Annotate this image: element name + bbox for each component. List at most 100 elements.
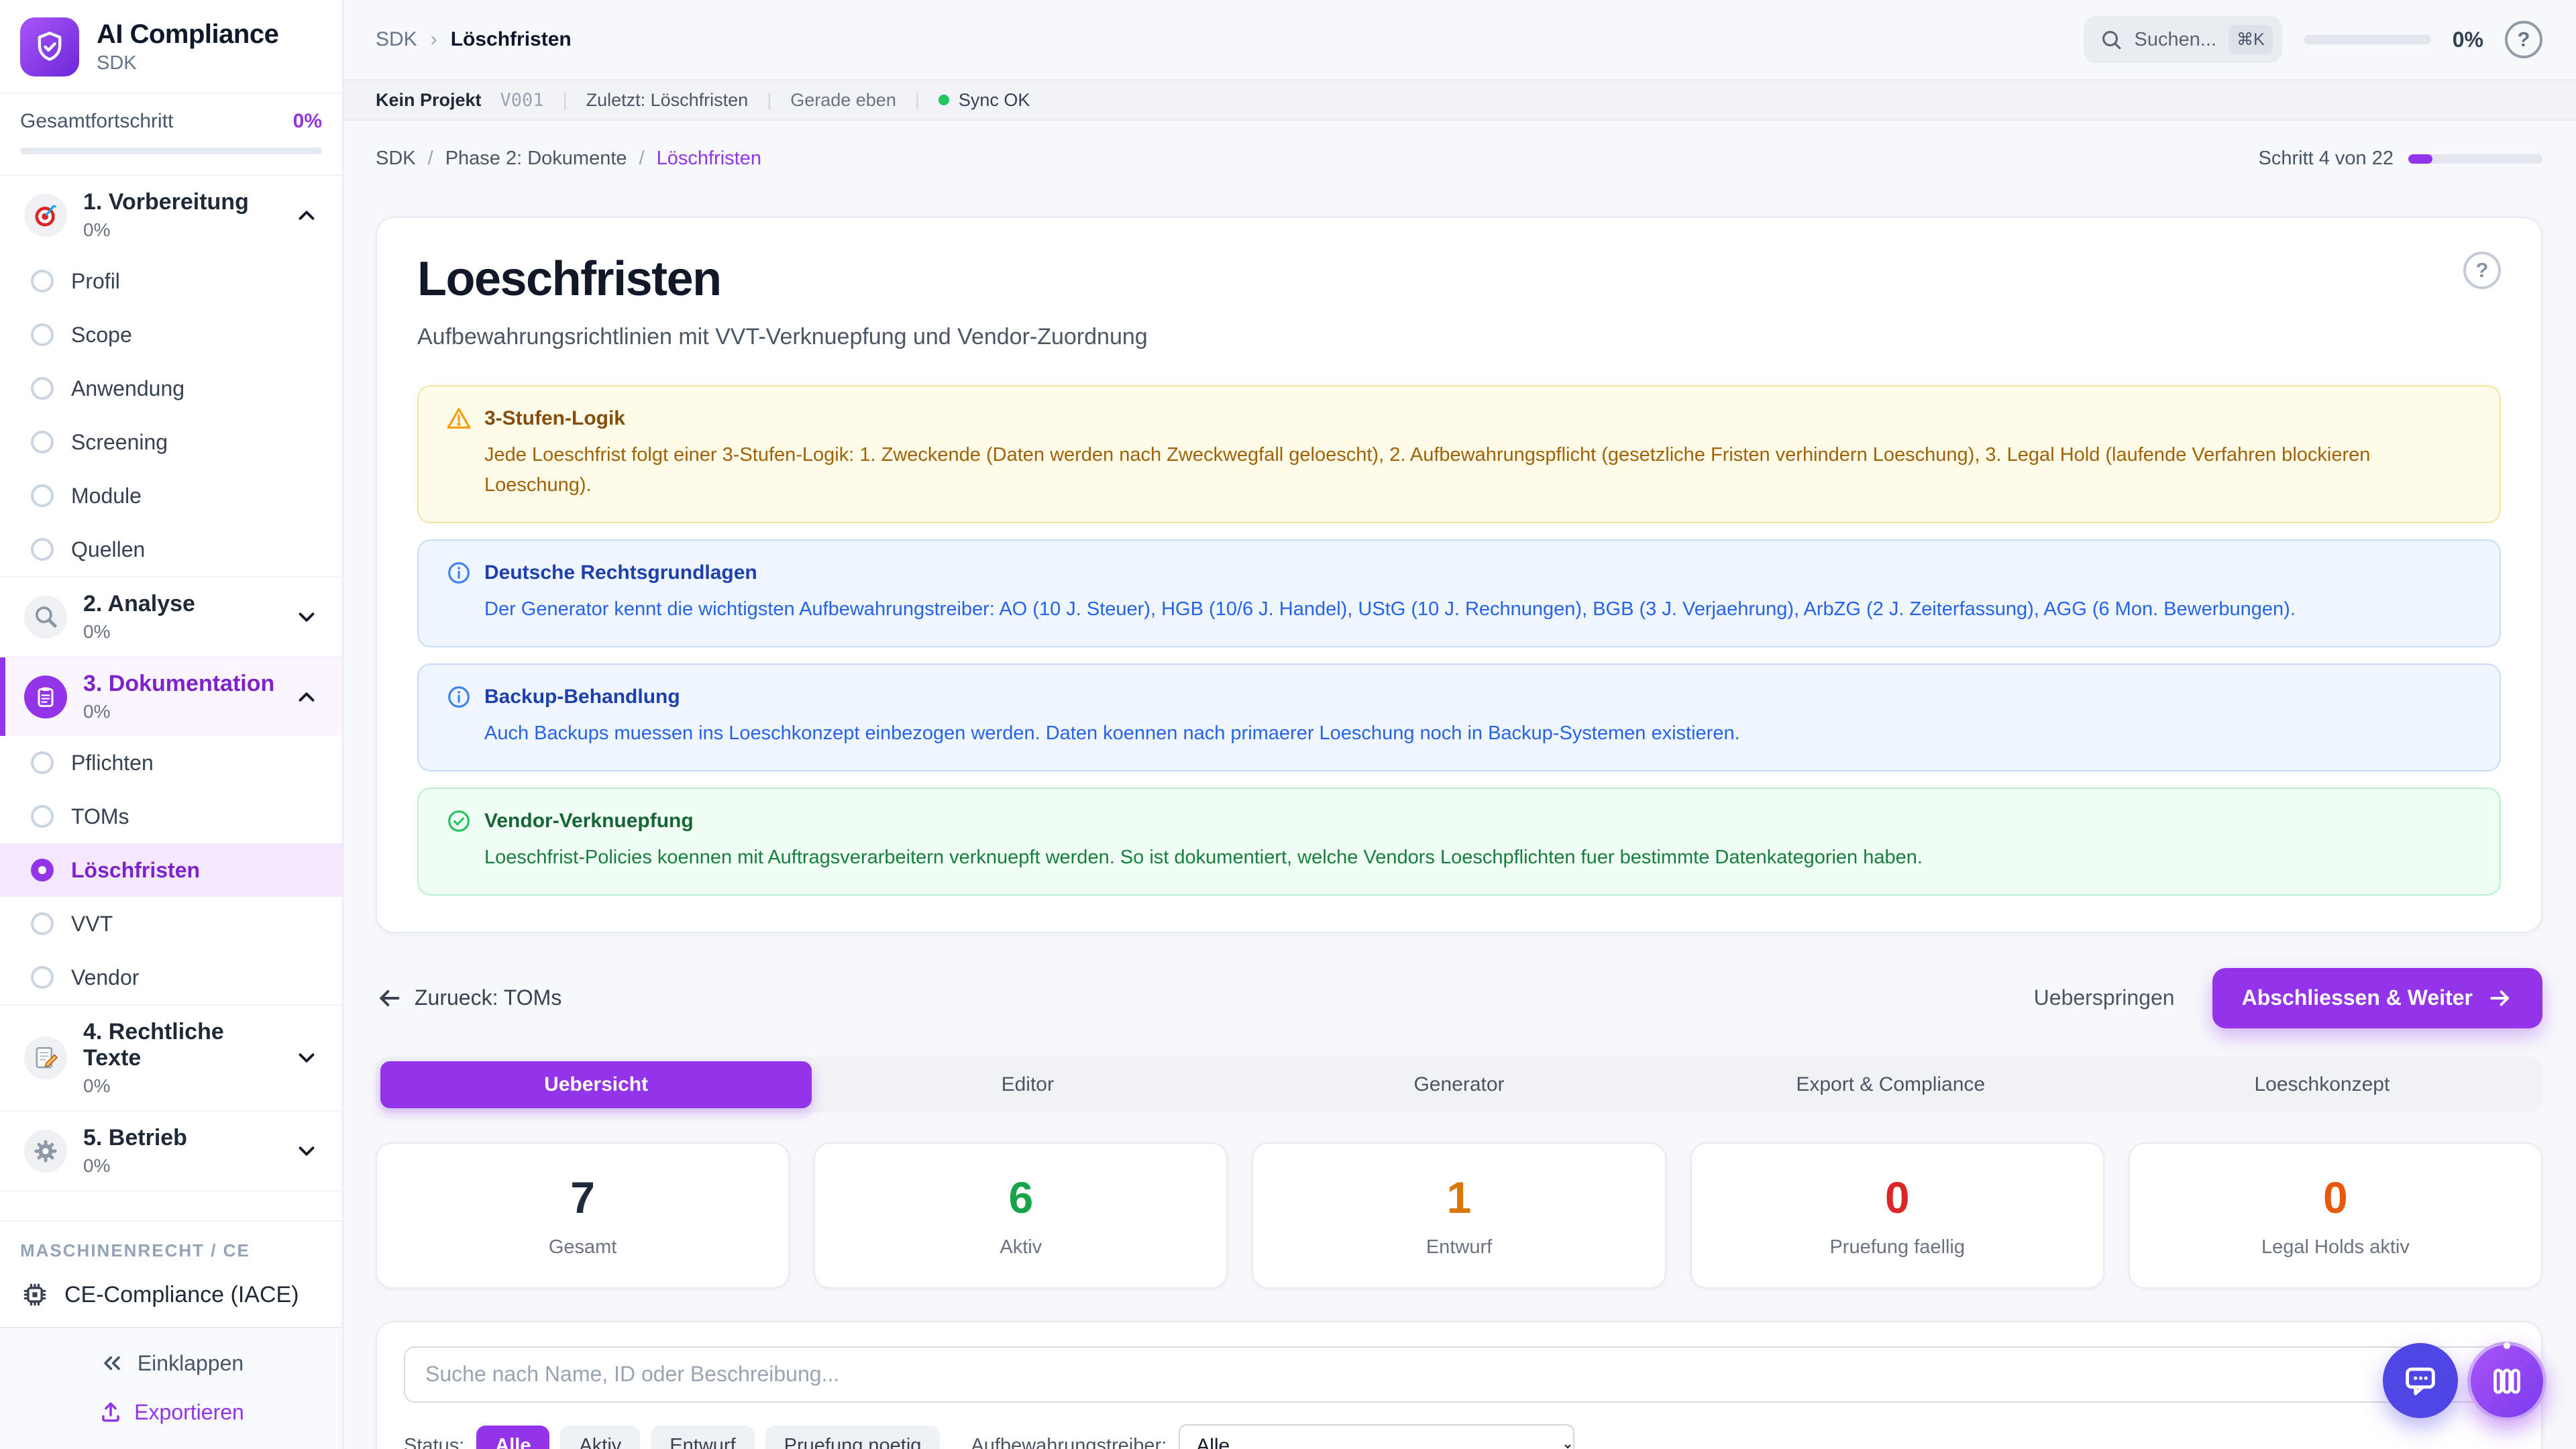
stat-label: Gesamt [549,1236,617,1258]
section-label: 1. Vorbereitung [83,189,278,215]
section-label: 5. Betrieb [83,1125,278,1151]
search-placeholder: Suchen... [2135,29,2217,51]
stat-label: Legal Holds aktiv [2261,1236,2410,1258]
help-icon[interactable]: ? [2505,21,2542,58]
policy-search-input[interactable] [404,1346,2514,1403]
sidebar-item-label: Anwendung [71,376,184,401]
sidebar-section-header-vorbereitung[interactable]: 1. Vorbereitung 0% [0,176,342,254]
overall-progress: Gesamtfortschritt 0% [0,93,342,174]
stat-value: 7 [570,1172,595,1223]
status-pill-alle[interactable]: Alle [476,1426,549,1449]
page-breadcrumb-phase[interactable]: Phase 2: Dokumente [445,148,627,170]
status-filter-label: Status: [404,1435,464,1449]
radio-icon [31,270,54,292]
status-pill-entwurf[interactable]: Entwurf [651,1426,754,1449]
tab-bar: UebersichtEditorGeneratorExport & Compli… [376,1057,2542,1113]
sidebar-item-l-schfristen[interactable]: Löschfristen [0,843,342,897]
callout-body: Loeschfrist-Policies koennen mit Auftrag… [445,843,2473,873]
sidebar-item-module[interactable]: Module [0,469,342,523]
sidebar-item-label: Quellen [71,537,145,562]
page-breadcrumb: SDK / Phase 2: Dokumente / Löschfristen [376,148,761,170]
finish-next-button[interactable]: Abschliessen & Weiter [2212,968,2542,1028]
global-search-button[interactable]: Suchen... ⌘K [2084,16,2282,63]
back-button[interactable]: Zurueck: TOMs [376,985,561,1012]
sidebar-item-screening[interactable]: Screening [0,415,342,469]
status-pill-aktiv[interactable]: Aktiv [560,1426,640,1449]
sidebar-item-label: Scope [71,323,132,347]
sidebar-item-vendor[interactable]: Vendor [0,951,342,1004]
header-progress-value: 0% [2453,28,2483,52]
section-percent: 0% [83,219,278,241]
export-label: Exportieren [134,1400,244,1425]
breadcrumb-sdk[interactable]: SDK [376,28,417,51]
main-card: Loeschfristen ? Aufbewahrungsrichtlinien… [376,217,2542,933]
stat-card-legal-holds-aktiv: 0Legal Holds aktiv [2129,1142,2542,1289]
arrow-right-icon [2487,985,2513,1011]
sync-status-label: Sync OK [959,90,1030,111]
sidebar-item-vvt[interactable]: VVT [0,897,342,951]
radio-icon [31,751,54,774]
stat-card-entwurf: 1 Entwurf [1252,1142,1666,1289]
wizard-nav-row: Zurueck: TOMs Ueberspringen Abschliessen… [376,968,2542,1028]
stat-value: 0 [1885,1172,1910,1223]
card-help-icon[interactable]: ? [2463,252,2501,289]
sidebar-section-header-analyse[interactable]: 2. Analyse0% [0,578,342,656]
stat-card-gesamt: 7 Gesamt [376,1142,790,1289]
section-percent: 0% [83,1155,278,1177]
sidebar-item-toms[interactable]: TOMs [0,790,342,843]
stat-card-pruefung-faellig: 0Pruefung faellig [1690,1142,2104,1289]
radio-icon [31,377,54,400]
tab-export-compliance[interactable]: Export & Compliance [1675,1061,2106,1108]
keyboard-shortcut-badge: ⌘K [2229,25,2273,54]
columns-panel-button[interactable] [2467,1342,2546,1421]
separator: / [639,148,645,170]
app-title: AI Compliance [97,19,278,50]
radio-selected-icon [31,859,54,881]
callout-body: Auch Backups muessen ins Loeschkonzept e… [445,718,2473,749]
sidebar-section-header-dokumentation[interactable]: 3. Dokumentation0% [0,657,342,736]
target-icon [24,194,67,237]
sidebar: AI Compliance SDK Gesamtfortschritt 0% 1… [0,0,343,1449]
sidebar-item-scope[interactable]: Scope [0,308,342,362]
top-header: SDK › Löschfristen Suchen... ⌘K 0% ? [343,0,2576,79]
separator: | [915,90,920,111]
section-label: 4. Rechtliche Texte [83,1019,278,1071]
callout-title: 3-Stufen-Logik [484,407,625,430]
tab-loeschkonzept[interactable]: Loeschkonzept [2106,1061,2538,1108]
warning-triangle-icon [445,405,472,432]
chat-assistant-button[interactable] [2383,1343,2458,1418]
columns-icon [2488,1362,2526,1400]
section-percent: 0% [83,1075,278,1097]
sidebar-item-pflichten[interactable]: Pflichten [0,736,342,790]
sidebar-item-label: TOMs [71,804,129,829]
info-circle-icon [445,559,472,586]
sidebar-section-header-betrieb[interactable]: 5. Betrieb 0% [0,1112,342,1190]
header-progress-bar [2304,35,2431,44]
chevron-down-icon [294,1045,319,1071]
tab-uebersicht[interactable]: Uebersicht [380,1061,812,1108]
section-percent: 0% [83,621,278,643]
sidebar-item-ce-compliance[interactable]: CE-Compliance (IACE) [20,1280,322,1309]
tab-generator[interactable]: Generator [1243,1061,1674,1108]
sidebar-item-quellen[interactable]: Quellen [0,523,342,576]
status-pill-pruefung-noetig[interactable]: Pruefung noetig [765,1426,941,1449]
double-chevron-left-icon [99,1350,125,1377]
main-area: SDK › Löschfristen Suchen... ⌘K 0% ? Kei… [343,0,2576,1449]
radio-icon [31,484,54,507]
sidebar-item-profil[interactable]: Profil [0,254,342,308]
page-breadcrumb-sdk[interactable]: SDK [376,148,416,170]
export-button[interactable]: Exportieren [98,1399,244,1425]
skip-button[interactable]: Ueberspringen [2017,972,2192,1024]
upload-icon [98,1399,123,1425]
tab-editor[interactable]: Editor [812,1061,1243,1108]
stat-value: 1 [1447,1172,1472,1223]
sidebar-item-anwendung[interactable]: Anwendung [0,362,342,415]
stat-label: Entwurf [1426,1236,1492,1258]
driver-select[interactable]: Alle [1179,1424,1574,1449]
collapse-sidebar-button[interactable]: Einklappen [99,1350,244,1377]
radio-icon [31,538,54,561]
sidebar-section-header-rechtliche-texte[interactable]: 4. Rechtliche Texte 0% [0,1006,342,1110]
page-subtitle: Aufbewahrungsrichtlinien mit VVT-Verknue… [417,324,2501,350]
check-circle-icon [445,808,472,835]
machine-section-label: MASCHINENRECHT / CE [20,1240,322,1261]
